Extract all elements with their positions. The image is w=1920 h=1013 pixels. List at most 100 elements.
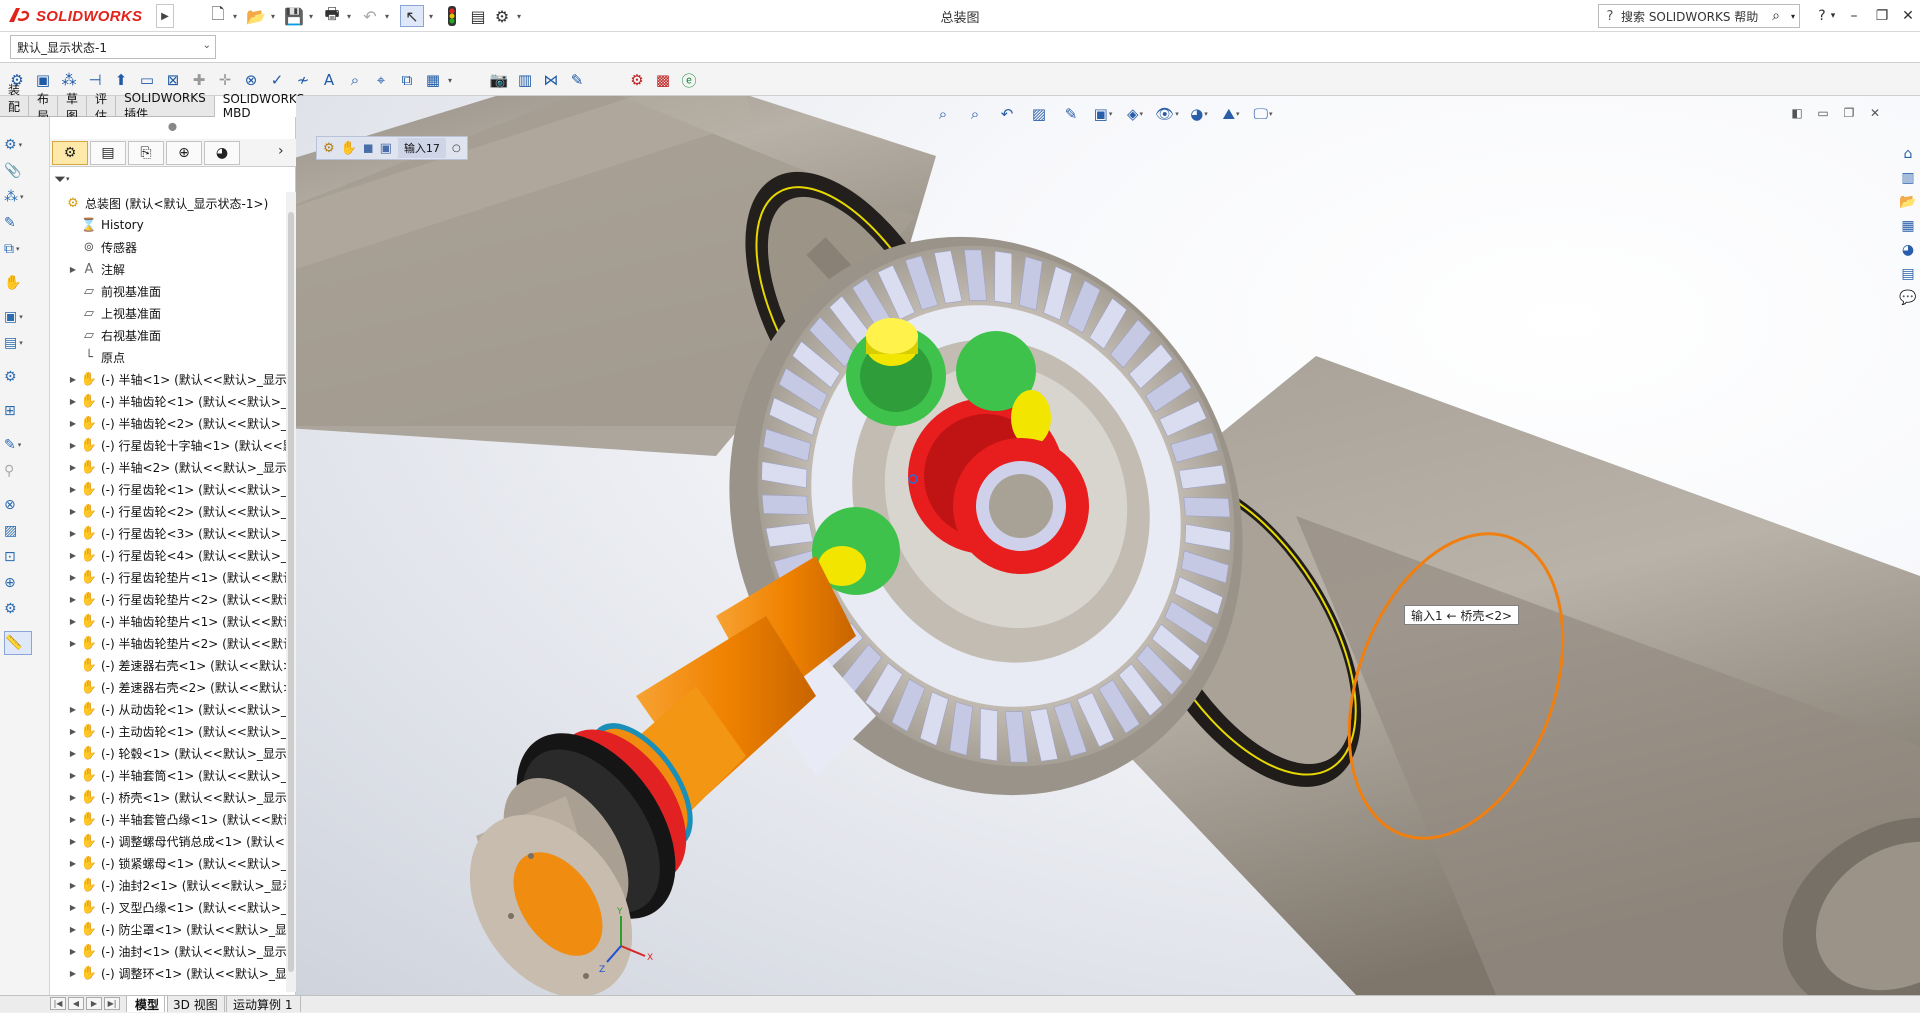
viewport-close-icon[interactable]: ✕ [1864,103,1886,123]
expand-arrow-icon[interactable]: ▶ [66,485,80,494]
table-dropdown-icon[interactable]: ▾ [444,67,456,93]
assembly-breadcrumb-icon[interactable]: ⚙ [323,141,335,156]
measure-shortcut-icon[interactable]: ⊡ [4,545,40,569]
viewport-restore-icon[interactable]: ▭ [1812,103,1834,123]
zoom-to-fit-icon[interactable]: ⌕ [930,101,956,127]
table-icon[interactable]: ▦ [420,67,446,93]
tab-sketch[interactable]: 草图 [58,92,88,123]
component-breadcrumb-icon[interactable]: ✋ [341,141,357,156]
graphics-viewport[interactable]: Y X Z [296,96,1920,995]
tree-scrollbar-thumb[interactable] [288,212,294,972]
text-annotation-icon[interactable]: A [316,67,342,93]
tree-item[interactable]: ▶ ✋ (-) 半轴齿轮垫片<2> (默认<<默认 [50,632,286,654]
expand-arrow-icon[interactable]: ▶ [66,265,80,274]
tree-item[interactable]: ▶ ✋ (-) 桥壳<1> (默认<<默认>_显示状 [50,786,286,808]
select-cursor-icon[interactable]: ↖ [400,5,424,27]
clearance-verification-icon[interactable]: ⌖ [368,67,394,93]
tree-item[interactable]: ▶ ✋ (-) 油封2<1> (默认<<默认>_显示 [50,874,286,896]
mirror-icon[interactable]: ⧉ ▾ [4,237,40,261]
apply-scene-icon[interactable]: ⛰ ▾ [1218,101,1244,127]
breadcrumb-label[interactable]: 输入17 [397,138,446,158]
expand-arrow-icon[interactable]: ▶ [66,529,80,538]
tree-item[interactable]: ▶ ✋ (-) 调整螺母代销总成<1> (默认<< [50,830,286,852]
expand-arrow-icon[interactable]: ▶ [66,793,80,802]
viewport-split-icon[interactable]: ◧ [1786,103,1808,123]
reference-geometry-icon[interactable]: ✚ [186,67,212,93]
expand-arrow-icon[interactable]: ▶ [66,837,80,846]
solidworks-logo[interactable]: SOLIDWORKS [6,4,154,28]
ruler-measure-icon[interactable]: 📏 [4,631,32,655]
assembly-features-shortcut-icon[interactable]: ⚙ [4,365,40,389]
expand-arrow-icon[interactable]: ▶ [66,815,80,824]
expand-arrow-icon[interactable]: ▶ [66,925,80,934]
help-search-input[interactable]: 搜索 SOLIDWORKS 帮助 [1621,8,1765,25]
tree-item[interactable]: ⌛ History [50,214,286,236]
tree-item[interactable]: ▶ ✋ (-) 叉型凸缘<1> (默认<<默认>_显 [50,896,286,918]
feature-tree-tab-icon[interactable]: ⚙ [52,141,88,165]
tree-item[interactable]: ▱ 前视基准面 [50,280,286,302]
close-icon[interactable]: ✕ [1894,4,1920,28]
tree-item[interactable]: ▶ ✋ (-) 行星齿轮<4> (默认<<默认>_显 [50,544,286,566]
search-dropdown-icon[interactable]: ▾ [1787,12,1799,21]
tab-layout[interactable]: 布局 [29,92,59,123]
tree-item[interactable]: ▶ ✋ (-) 锁紧螺母<1> (默认<<默认>_显 [50,852,286,874]
hole-alignment-icon[interactable]: ⧉ [394,67,420,93]
open-folder-icon[interactable]: 📂 [244,5,268,27]
new-document-icon[interactable]: 🗋 [206,4,230,27]
exploded-shortcut-icon[interactable]: ✎ ▾ [4,433,40,457]
expand-arrow-icon[interactable]: ▶ [66,969,80,978]
interference-detection-icon[interactable]: ⌕ [342,67,368,93]
select-dropdown-icon[interactable]: ▾ [426,9,436,23]
tree-item[interactable]: ▶ A 注解 [50,258,286,280]
tree-item[interactable]: ▶ ✋ (-) 半轴<2> (默认<<默认>_显示状 [50,456,286,478]
chevron-right-icon[interactable]: › [278,143,284,159]
last-tab-icon[interactable]: ▶| [104,997,120,1010]
zoom-to-area-icon[interactable]: ⌕ [962,101,988,127]
prev-tab-icon[interactable]: ◀ [68,997,84,1010]
save-icon[interactable]: 💾 [282,5,306,27]
tree-item[interactable]: ▶ ✋ (-) 行星齿轮<1> (默认<<默认>_显 [50,478,286,500]
tree-item[interactable]: ✋ (-) 差速器右壳<2> (默认<<默认>_ [50,676,286,698]
tree-item[interactable]: ⊚ 传感器 [50,236,286,258]
assembly-3d-model[interactable]: Y X Z [296,96,1920,995]
expand-arrow-icon[interactable]: ▶ [66,595,80,604]
expand-arrow-icon[interactable]: ▶ [66,573,80,582]
mate-icon[interactable]: ⋈ [538,67,564,93]
expand-arrow-icon[interactable]: ▶ [66,419,80,428]
rebuild-traffic-light-icon[interactable] [440,5,464,27]
edit-appearance-icon[interactable]: ◕ ▾ [1186,101,1212,127]
display-state-select[interactable]: 默认_显示状态-1 ⌄ [10,35,216,59]
bottom-tab-3d-view[interactable]: 3D 视图 [164,996,227,1012]
edit-component-icon[interactable]: ✎ [4,211,40,235]
expand-arrow-icon[interactable]: ▶ [66,771,80,780]
options-dropdown-icon[interactable]: ▾ [514,9,524,23]
expand-arrow-icon[interactable]: ▶ [66,749,80,758]
undo-icon[interactable]: ↶ [358,5,382,27]
view-palette-icon[interactable]: ▦ [1896,214,1920,238]
expand-arrow-icon[interactable]: ▶ [66,639,80,648]
first-tab-icon[interactable]: |◀ [50,997,66,1010]
explode-line-sketch-icon[interactable]: ≁ [290,67,316,93]
forum-icon[interactable]: 💬 [1896,286,1920,310]
update-speedpak-icon[interactable]: ⚙ [624,67,650,93]
file-properties-icon[interactable]: ▤ [466,5,490,27]
custom-properties-icon[interactable]: ▤ [1896,262,1920,286]
undo-dropdown-icon[interactable]: ▾ [382,9,392,23]
tab-evaluate[interactable]: 评估 [87,92,117,123]
view-settings-icon[interactable]: 🖵 ▾ [1250,101,1276,127]
tree-item[interactable]: └ 原点 [50,346,286,368]
expand-arrow-icon[interactable]: ▶ [66,859,80,868]
view-orientation-icon[interactable]: ▣ ▾ [1090,101,1116,127]
exploded-view-icon[interactable]: ✓ [264,67,290,93]
save-dropdown-icon[interactable]: ▾ [306,9,316,23]
bottom-tab-model[interactable]: 模型 [126,996,169,1012]
show-hidden-icon[interactable]: ▭ [134,67,160,93]
tree-item[interactable]: ▶ ✋ (-) 从动齿轮<1> (默认<<默认>_显 [50,698,286,720]
tree-item[interactable]: ▱ 右视基准面 [50,324,286,346]
panel-grip-icon[interactable]: ⬤ [168,122,177,131]
expand-arrow-icon[interactable]: ▶ [66,705,80,714]
large-assembly-icon[interactable]: ▥ [512,67,538,93]
tree-item[interactable]: ▶ ✋ (-) 半轴齿轮<1> (默认<<默认>_显 [50,390,286,412]
expand-arrow-icon[interactable]: ▶ [66,617,80,626]
next-tab-icon[interactable]: ▶ [86,997,102,1010]
